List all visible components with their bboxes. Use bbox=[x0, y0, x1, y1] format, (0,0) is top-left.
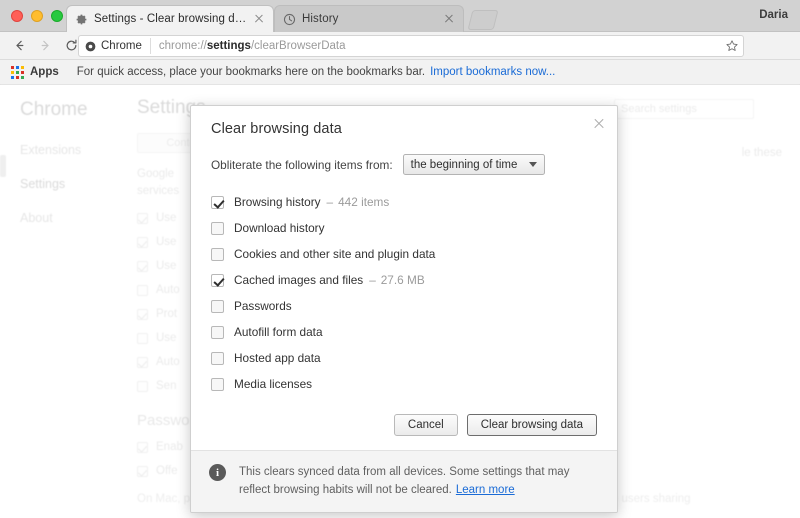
option-row-passwords[interactable]: Passwords bbox=[211, 293, 597, 319]
checkbox-icon[interactable] bbox=[211, 326, 224, 339]
checkbox-icon[interactable] bbox=[211, 378, 224, 391]
bookmarks-bar: Apps For quick access, place your bookma… bbox=[0, 60, 800, 85]
url-text: chrome://settings/clearBrowserData bbox=[159, 40, 346, 52]
footer-text: This clears synced data from all devices… bbox=[239, 463, 597, 499]
time-period-row: Obliterate the following items from: the… bbox=[211, 154, 597, 175]
address-bar[interactable]: Chrome chrome://settings/clearBrowserDat… bbox=[78, 35, 744, 57]
option-meta: 442 items bbox=[338, 195, 389, 209]
close-icon[interactable] bbox=[443, 13, 455, 25]
data-type-list: Browsing history – 442 items Download hi… bbox=[211, 189, 597, 397]
dialog-footer: i This clears synced data from all devic… bbox=[191, 450, 617, 512]
option-label: Browsing history bbox=[234, 195, 321, 209]
tab-title: History bbox=[302, 13, 438, 25]
import-bookmarks-link[interactable]: Import bookmarks now... bbox=[430, 66, 555, 78]
checkbox-icon[interactable] bbox=[211, 196, 224, 209]
option-label: Cached images and files bbox=[234, 273, 363, 287]
checkbox-icon[interactable] bbox=[211, 352, 224, 365]
url-prefix: chrome:// bbox=[159, 40, 207, 52]
gear-icon bbox=[75, 13, 88, 26]
option-label: Cookies and other site and plugin data bbox=[234, 247, 435, 261]
option-label: Passwords bbox=[234, 299, 292, 313]
tab-title: Settings - Clear browsing data bbox=[94, 13, 248, 25]
option-row-download-history[interactable]: Download history bbox=[211, 215, 597, 241]
dialog-body: Clear browsing data Obliterate the follo… bbox=[191, 106, 617, 450]
time-period-select[interactable]: the beginning of time bbox=[403, 154, 546, 175]
option-label: Hosted app data bbox=[234, 351, 321, 365]
minimize-window-button[interactable] bbox=[31, 10, 43, 22]
cancel-button[interactable]: Cancel bbox=[394, 414, 458, 436]
dialog-title: Clear browsing data bbox=[211, 121, 597, 137]
option-row-hosted-app-data[interactable]: Hosted app data bbox=[211, 345, 597, 371]
clear-browsing-data-button[interactable]: Clear browsing data bbox=[467, 414, 597, 436]
browser-window: Settings - Clear browsing data History D… bbox=[0, 0, 800, 518]
maximize-window-button[interactable] bbox=[51, 10, 63, 22]
user-profile-label[interactable]: Daria bbox=[759, 9, 788, 21]
window-traffic-lights bbox=[11, 10, 63, 22]
apps-grid-icon[interactable] bbox=[11, 66, 24, 79]
info-icon: i bbox=[209, 464, 226, 481]
checkbox-icon[interactable] bbox=[211, 248, 224, 261]
option-dash: – bbox=[369, 273, 376, 287]
close-icon[interactable] bbox=[592, 117, 606, 131]
learn-more-link[interactable]: Learn more bbox=[456, 484, 515, 496]
checkbox-icon[interactable] bbox=[211, 300, 224, 313]
option-row-autofill[interactable]: Autofill form data bbox=[211, 319, 597, 345]
time-period-value: the beginning of time bbox=[411, 159, 518, 171]
dialog-actions: Cancel Clear browsing data bbox=[211, 414, 597, 436]
option-row-cookies[interactable]: Cookies and other site and plugin data bbox=[211, 241, 597, 267]
browser-toolbar: Chrome chrome://settings/clearBrowserDat… bbox=[0, 32, 800, 60]
chrome-settings-icon bbox=[85, 41, 96, 52]
option-row-cached-images[interactable]: Cached images and files – 27.6 MB bbox=[211, 267, 597, 293]
option-label: Media licenses bbox=[234, 377, 312, 391]
option-meta: 27.6 MB bbox=[381, 273, 425, 287]
back-icon[interactable] bbox=[6, 34, 32, 58]
url-bold-segment: settings bbox=[207, 40, 251, 52]
tab-history[interactable]: History bbox=[274, 5, 464, 32]
close-window-button[interactable] bbox=[11, 10, 23, 22]
tab-settings[interactable]: Settings - Clear browsing data bbox=[66, 5, 274, 32]
star-icon[interactable] bbox=[725, 36, 739, 56]
time-period-label: Obliterate the following items from: bbox=[211, 158, 393, 172]
close-icon[interactable] bbox=[253, 13, 265, 25]
chevron-down-icon bbox=[529, 162, 537, 167]
option-label: Download history bbox=[234, 221, 325, 235]
site-chip: Chrome bbox=[85, 38, 151, 54]
tab-strip: Settings - Clear browsing data History D… bbox=[0, 0, 800, 32]
footer-message: This clears synced data from all devices… bbox=[239, 466, 569, 496]
option-label: Autofill form data bbox=[234, 325, 323, 339]
option-row-browsing-history[interactable]: Browsing history – 442 items bbox=[211, 189, 597, 215]
checkbox-icon[interactable] bbox=[211, 222, 224, 235]
bookmarks-hint: For quick access, place your bookmarks h… bbox=[77, 66, 425, 78]
new-tab-button[interactable] bbox=[468, 10, 499, 30]
clock-icon bbox=[283, 13, 296, 26]
option-row-media-licenses[interactable]: Media licenses bbox=[211, 371, 597, 397]
apps-label[interactable]: Apps bbox=[30, 66, 59, 78]
checkbox-icon[interactable] bbox=[211, 274, 224, 287]
clear-browsing-data-dialog: Clear browsing data Obliterate the follo… bbox=[190, 105, 618, 513]
forward-icon[interactable] bbox=[32, 34, 58, 58]
url-suffix: /clearBrowserData bbox=[251, 40, 346, 52]
option-dash: – bbox=[327, 195, 334, 209]
site-chip-label: Chrome bbox=[101, 40, 142, 52]
